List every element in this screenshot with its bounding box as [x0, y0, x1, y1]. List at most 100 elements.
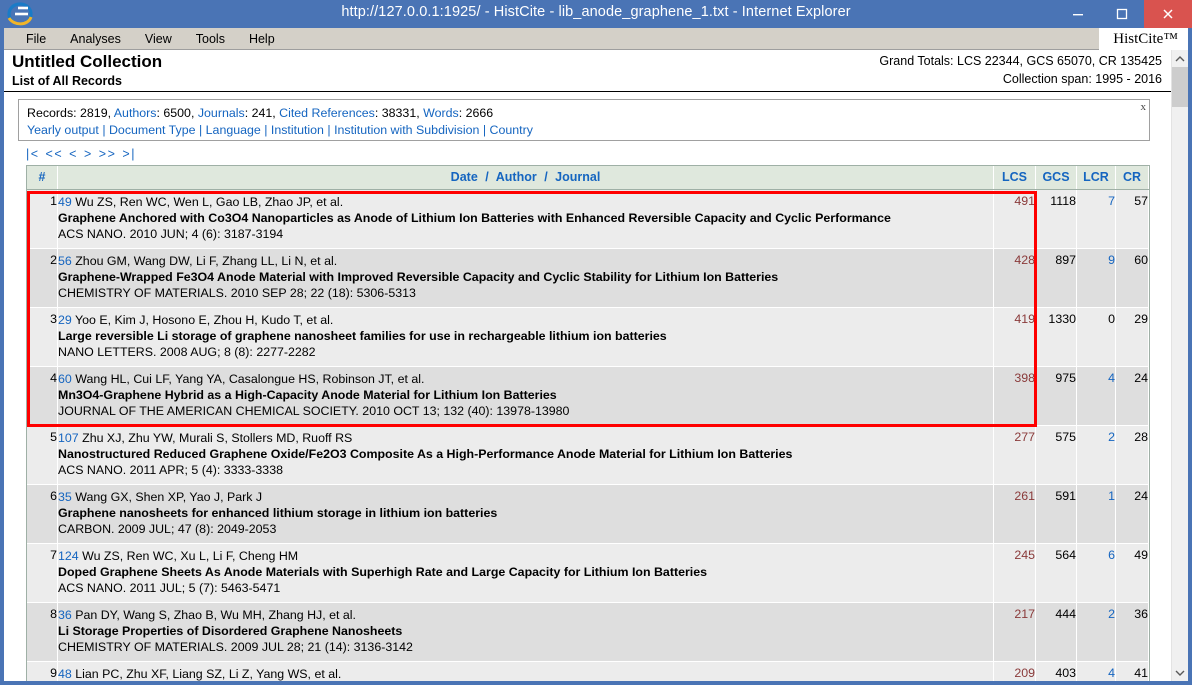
cell-lcr[interactable]: 2 — [1076, 425, 1116, 485]
collection-header: Untitled Collection List of All Records … — [4, 50, 1172, 92]
menu-file[interactable]: File — [16, 30, 56, 48]
cell-cr: 60 — [1115, 248, 1149, 308]
ie-window: http://127.0.0.1:1925/ - HistCite - lib_… — [0, 0, 1192, 685]
cell-record-details: 107 Zhu XJ, Zhu YW, Murali S, Stollers M… — [57, 425, 994, 485]
cell-lcr[interactable]: 4 — [1076, 661, 1116, 681]
cell-cr: 57 — [1115, 189, 1149, 249]
cell-row-number: 4 — [27, 366, 58, 426]
menu-help[interactable]: Help — [239, 30, 285, 48]
stat-label-journals[interactable]: Journals — [198, 106, 245, 120]
cell-lcr[interactable]: 9 — [1076, 248, 1116, 308]
col-header-lcs[interactable]: LCS — [993, 166, 1036, 190]
close-button[interactable] — [1144, 0, 1192, 28]
collection-span: Collection span: 1995 - 2016 — [1002, 72, 1162, 86]
record-rank-link[interactable]: 49 — [58, 195, 72, 209]
stat-value-words: : 2666 — [458, 106, 494, 120]
analysis-link-yearly-output[interactable]: Yearly output — [27, 123, 99, 137]
cell-record-details: 124 Wu ZS, Ren WC, Xu L, Li F, Cheng HM D… — [57, 543, 994, 603]
window-controls — [1056, 0, 1192, 28]
stat-value-records: : 2819, — [73, 106, 114, 120]
stat-label-cited-references[interactable]: Cited References — [279, 106, 375, 120]
record-rank-link[interactable]: 36 — [58, 608, 72, 622]
record-rank-link[interactable]: 48 — [58, 667, 72, 681]
records-table-container: # Date / Author / Journal LCS GCS LCR CR — [26, 165, 1150, 681]
table-row[interactable]: 1 49 Wu ZS, Ren WC, Wen L, Gao LB, Zhao J… — [27, 189, 1149, 249]
cell-row-number: 3 — [27, 307, 58, 367]
stat-label-records: Records — [27, 106, 74, 120]
vertical-scrollbar[interactable] — [1171, 50, 1188, 681]
scrollbar-thumb[interactable] — [1172, 67, 1188, 107]
cell-gcs: 975 — [1035, 366, 1077, 426]
table-row[interactable]: 6 35 Wang GX, Shen XP, Yao J, Park J Graph… — [27, 484, 1149, 544]
minimize-button[interactable] — [1056, 0, 1100, 28]
record-rank-link[interactable]: 60 — [58, 372, 72, 386]
pager-button[interactable]: >| — [122, 147, 142, 161]
analysis-link-document-type[interactable]: Document Type — [109, 123, 196, 137]
table-row[interactable]: 4 60 Wang HL, Cui LF, Yang YA, Casalongue… — [27, 366, 1149, 426]
col-header-lcr[interactable]: LCR — [1076, 166, 1116, 190]
sort-link-journal[interactable]: Journal — [555, 170, 600, 184]
stat-label-authors[interactable]: Authors — [114, 106, 157, 120]
cell-lcr[interactable]: 2 — [1076, 602, 1116, 662]
sort-link-date[interactable]: Date — [451, 170, 478, 184]
cell-record-details: 56 Zhou GM, Wang DW, Li F, Zhang LL, Li … — [57, 248, 994, 308]
cell-lcr[interactable]: 1 — [1076, 484, 1116, 544]
col-header-number: # — [27, 166, 58, 190]
record-journal: CARBON. 2009 JUL; 47 (8): 2049-2053 — [58, 522, 277, 536]
pager-button[interactable]: << — [46, 147, 70, 161]
pager-button[interactable]: < — [69, 147, 84, 161]
col-header-cr[interactable]: CR — [1115, 166, 1149, 190]
scrollbar-track[interactable] — [1172, 67, 1188, 664]
record-journal: NANO LETTERS. 2008 AUG; 8 (8): 2277-2282 — [58, 345, 316, 359]
cell-row-number: 6 — [27, 484, 58, 544]
col-header-gcs[interactable]: GCS — [1035, 166, 1077, 190]
pager-button[interactable]: |< — [26, 147, 46, 161]
analysis-link-institution[interactable]: Institution — [271, 123, 324, 137]
table-row[interactable]: 5 107 Zhu XJ, Zhu YW, Murali S, Stollers … — [27, 425, 1149, 485]
table-row[interactable]: 9 48 Lian PC, Zhu XF, Liang SZ, Li Z, Yan… — [27, 661, 1149, 681]
pager-button[interactable]: > — [84, 147, 99, 161]
record-rank-link[interactable]: 35 — [58, 490, 72, 504]
sort-link-author[interactable]: Author — [496, 170, 537, 184]
records-table-body: 1 49 Wu ZS, Ren WC, Wen L, Gao LB, Zhao J… — [27, 189, 1149, 681]
internet-explorer-icon — [6, 1, 34, 27]
histcite-brand: HistCite™ — [1099, 28, 1188, 50]
cell-record-details: 49 Wu ZS, Ren WC, Wen L, Gao LB, Zhao JP… — [57, 189, 994, 249]
cell-lcr[interactable]: 6 — [1076, 543, 1116, 603]
cell-lcr[interactable]: 4 — [1076, 366, 1116, 426]
table-row[interactable]: 2 56 Zhou GM, Wang DW, Li F, Zhang LL, Li… — [27, 248, 1149, 308]
cell-record-details: 35 Wang GX, Shen XP, Yao J, Park J Graphe… — [57, 484, 994, 544]
pager-button[interactable]: >> — [99, 147, 123, 161]
scroll-down-icon[interactable] — [1172, 664, 1188, 681]
table-row[interactable]: 8 36 Pan DY, Wang S, Zhao B, Wu MH, Zhang… — [27, 602, 1149, 662]
table-row[interactable]: 7 124 Wu ZS, Ren WC, Xu L, Li F, Cheng HM… — [27, 543, 1149, 603]
cell-lcr[interactable]: 7 — [1076, 189, 1116, 249]
record-rank-link[interactable]: 29 — [58, 313, 72, 327]
record-rank-link[interactable]: 124 — [58, 549, 79, 563]
stat-value-authors: : 6500, — [156, 106, 198, 120]
menu-tools[interactable]: Tools — [186, 30, 235, 48]
record-rank-link[interactable]: 107 — [58, 431, 79, 445]
stat-label-words[interactable]: Words — [423, 106, 459, 120]
menu-view[interactable]: View — [135, 30, 182, 48]
cell-record-details: 60 Wang HL, Cui LF, Yang YA, Casalongue … — [57, 366, 994, 426]
analysis-link-language[interactable]: Language — [206, 123, 261, 137]
record-authors-line: 29 Yoo E, Kim J, Hosono E, Zhou H, Kudo … — [58, 313, 334, 327]
sort-sep-2: / — [544, 170, 548, 184]
maximize-button[interactable] — [1100, 0, 1144, 28]
record-authors-line: 60 Wang HL, Cui LF, Yang YA, Casalongue … — [58, 372, 425, 386]
stat-value-journals: : 241, — [244, 106, 280, 120]
analysis-link-institution-with-subdivision[interactable]: Institution with Subdivision — [334, 123, 479, 137]
close-icon[interactable]: x — [1141, 101, 1147, 113]
link-separator: | — [98, 123, 109, 137]
menu-analyses[interactable]: Analyses — [60, 30, 131, 48]
cell-gcs: 575 — [1035, 425, 1077, 485]
record-rank-link[interactable]: 56 — [58, 254, 72, 268]
scroll-up-icon[interactable] — [1172, 50, 1188, 67]
record-authors-line: 48 Lian PC, Zhu XF, Liang SZ, Li Z, Yang… — [58, 667, 342, 681]
record-journal: ACS NANO. 2011 JUL; 5 (7): 5463-5471 — [58, 581, 281, 595]
analysis-link-country[interactable]: Country — [490, 123, 533, 137]
record-title: Graphene-Wrapped Fe3O4 Anode Material wi… — [58, 270, 779, 284]
table-row[interactable]: 3 29 Yoo E, Kim J, Hosono E, Zhou H, Kudo… — [27, 307, 1149, 367]
page-title: Untitled Collection — [12, 52, 163, 71]
